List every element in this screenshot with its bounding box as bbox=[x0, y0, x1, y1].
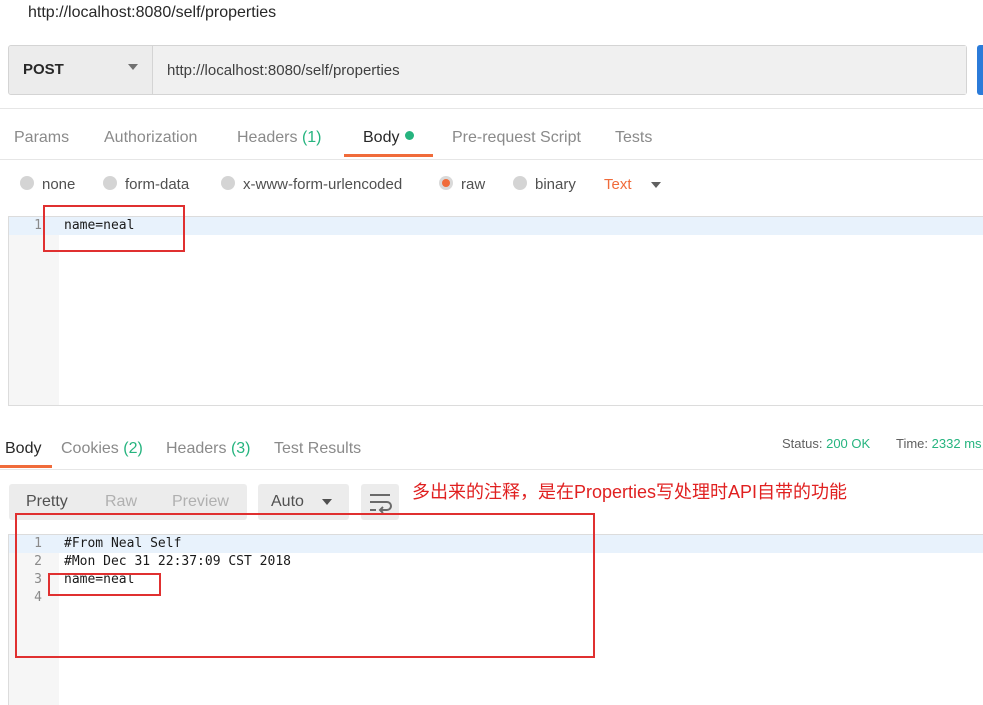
radio-none-label: none bbox=[42, 176, 76, 193]
radio-binary[interactable]: binary bbox=[513, 175, 576, 193]
response-tab-headers-count: (3) bbox=[230, 440, 251, 457]
divider bbox=[0, 108, 983, 109]
tab-headers[interactable]: Headers (1) bbox=[237, 129, 322, 147]
highlight-box bbox=[48, 573, 161, 596]
tab-params[interactable]: Params bbox=[14, 129, 69, 147]
method-label[interactable]: POST bbox=[23, 61, 64, 78]
response-tab-headers[interactable]: Headers (3) bbox=[166, 440, 251, 458]
radio-icon[interactable] bbox=[513, 175, 527, 190]
divider bbox=[0, 469, 983, 470]
content-type-select[interactable]: Text bbox=[604, 176, 632, 193]
tab-authorization[interactable]: Authorization bbox=[104, 129, 197, 147]
highlight-box bbox=[43, 205, 185, 252]
active-tab-underline bbox=[344, 154, 433, 157]
response-tab-test-results[interactable]: Test Results bbox=[274, 440, 361, 458]
radio-none[interactable]: none bbox=[20, 175, 76, 193]
line-number: 1 bbox=[34, 218, 42, 233]
status-value: 200 OK bbox=[826, 436, 871, 451]
divider bbox=[0, 159, 983, 160]
request-tab-title[interactable]: http://localhost:8080/self/properties bbox=[28, 4, 276, 22]
radio-urlencoded-label: x-www-form-urlencoded bbox=[243, 176, 403, 193]
radio-selected-icon[interactable] bbox=[439, 175, 453, 190]
tab-headers-count: (1) bbox=[301, 129, 322, 146]
active-tab-underline bbox=[0, 465, 52, 468]
response-tab-cookies[interactable]: Cookies (2) bbox=[61, 440, 143, 458]
radio-raw[interactable]: raw bbox=[439, 175, 486, 193]
view-raw[interactable]: Raw bbox=[105, 493, 137, 511]
view-preview[interactable]: Preview bbox=[172, 493, 229, 511]
response-tab-cookies-count: (2) bbox=[123, 440, 143, 457]
radio-raw-label: raw bbox=[461, 176, 486, 193]
chevron-down-icon[interactable] bbox=[651, 182, 661, 188]
body-indicator-dot bbox=[405, 131, 415, 140]
response-tab-body[interactable]: Body bbox=[5, 440, 41, 458]
radio-icon[interactable] bbox=[103, 175, 117, 190]
response-tab-cookies-label: Cookies bbox=[61, 440, 119, 457]
chevron-down-icon[interactable] bbox=[128, 64, 138, 70]
radio-binary-label: binary bbox=[535, 176, 576, 193]
tab-tests[interactable]: Tests bbox=[615, 129, 652, 147]
url-input[interactable] bbox=[154, 46, 966, 94]
radio-icon[interactable] bbox=[20, 175, 34, 190]
chevron-down-icon[interactable] bbox=[322, 499, 332, 505]
format-label[interactable]: Auto bbox=[271, 493, 304, 511]
tab-headers-label: Headers bbox=[237, 129, 298, 146]
annotation-note: 多出来的注释，是在Properties写处理时API自带的功能 bbox=[412, 482, 848, 502]
status-label: Status: bbox=[782, 436, 823, 451]
tab-body-label: Body bbox=[363, 129, 400, 146]
time-readout: Time: 2332 ms bbox=[896, 436, 982, 451]
radio-form-data-label: form-data bbox=[125, 176, 190, 193]
response-tab-headers-label: Headers bbox=[166, 440, 227, 457]
time-value: 2332 ms bbox=[931, 436, 982, 451]
radio-urlencoded[interactable]: x-www-form-urlencoded bbox=[221, 175, 403, 193]
tab-body[interactable]: Body bbox=[363, 129, 415, 147]
tab-prerequest-script[interactable]: Pre-request Script bbox=[452, 129, 581, 147]
send-button[interactable] bbox=[977, 45, 983, 95]
view-pretty[interactable]: Pretty bbox=[26, 493, 68, 511]
radio-icon[interactable] bbox=[221, 175, 235, 190]
time-label: Time: bbox=[896, 436, 929, 451]
status-readout: Status: 200 OK bbox=[782, 436, 870, 451]
radio-form-data[interactable]: form-data bbox=[103, 175, 190, 193]
